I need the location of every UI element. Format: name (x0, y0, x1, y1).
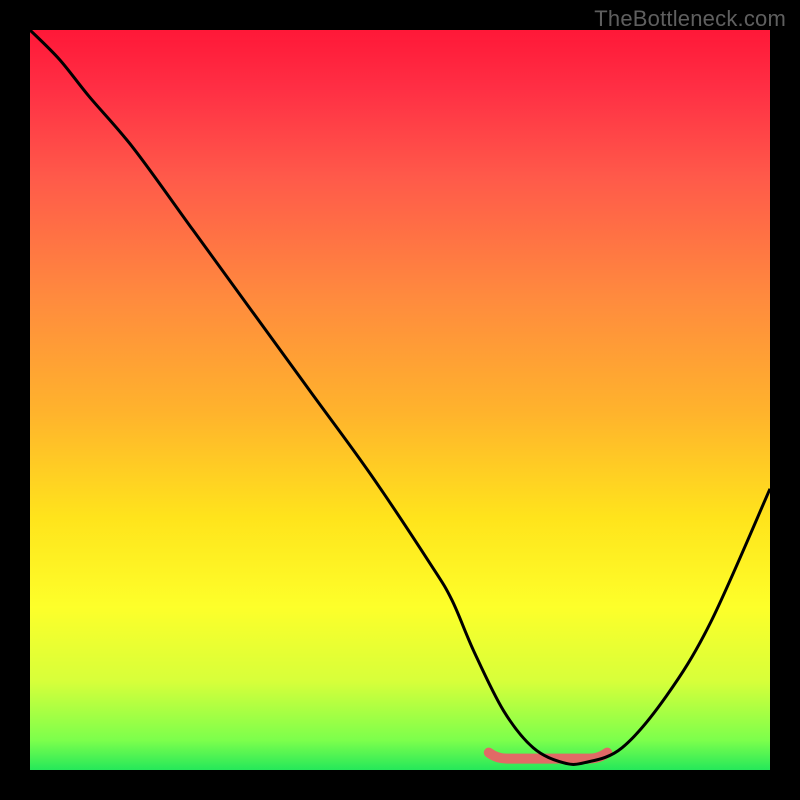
chart-frame: TheBottleneck.com (0, 0, 800, 800)
watermark-text: TheBottleneck.com (594, 6, 786, 32)
curve-layer (30, 30, 770, 770)
plot-area (30, 30, 770, 770)
bottleneck-curve (30, 30, 770, 764)
